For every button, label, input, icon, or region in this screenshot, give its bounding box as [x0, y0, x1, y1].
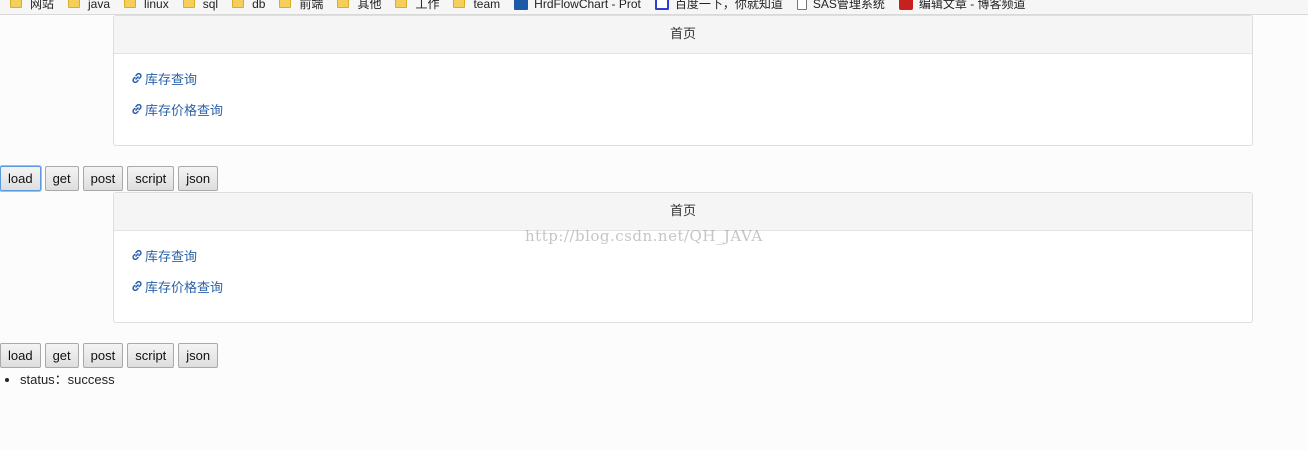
folder-icon: [10, 0, 22, 8]
inventory-price-query-link[interactable]: 库存价格查询: [130, 99, 1236, 119]
bookmark-label: linux: [144, 0, 169, 11]
inventory-query-link[interactable]: 库存查询: [130, 68, 1236, 88]
bookmark-folder[interactable]: 网站: [10, 0, 54, 12]
bookmark-label: sql: [202, 0, 219, 11]
bookmark-folder[interactable]: 工作: [395, 0, 439, 12]
csdn-site-icon: [898, 0, 913, 10]
folder-icon: [68, 0, 81, 8]
link-icon: [132, 280, 142, 292]
inventory-query-link[interactable]: 库存查询: [130, 245, 1236, 265]
ajax-button-group: load get post script json: [0, 166, 219, 191]
folder-icon: [395, 0, 408, 8]
bookmark-label: team: [473, 0, 501, 11]
bookmark-label: SAS管理系统: [812, 0, 885, 11]
script-button[interactable]: script: [127, 343, 175, 368]
folder-icon: [453, 0, 466, 8]
bookmark-label: 前端: [299, 0, 324, 11]
panel-title: 首页: [114, 16, 1252, 54]
link-icon: [132, 103, 142, 115]
load-button[interactable]: load: [0, 343, 41, 368]
post-button[interactable]: post: [82, 166, 124, 191]
link-label: 库存价格查询: [145, 102, 224, 118]
bookmark-label: 网站: [30, 0, 55, 11]
folder-icon: [279, 0, 292, 8]
bookmark-folder[interactable]: team: [453, 0, 500, 11]
bookmark-link[interactable]: HrdFlowChart - Prot: [514, 0, 641, 11]
panel-body: 库存查询 库存价格查询: [114, 231, 1252, 321]
bookmark-link[interactable]: 编辑文章 - 博客频道: [898, 0, 1026, 12]
baidu-site-icon: [654, 0, 669, 10]
bookmark-label: java: [88, 0, 111, 11]
home-panel: 首页 库存查询 库存价格查询: [113, 192, 1253, 323]
home-panel: 首页 库存查询 库存价格查询: [113, 15, 1253, 146]
ajax-button-group: load get post script json: [0, 343, 219, 368]
bookmark-folder[interactable]: java: [68, 0, 110, 11]
status-item: status：success: [20, 369, 115, 388]
hrd-site-icon: [514, 0, 529, 10]
bookmark-folder[interactable]: 其他: [337, 0, 381, 12]
bookmark-folder[interactable]: sql: [182, 0, 219, 11]
load-button[interactable]: load: [0, 166, 41, 191]
bookmark-link[interactable]: 百度一下，你就知道: [654, 0, 783, 12]
folder-icon: [232, 0, 245, 8]
link-label: 库存价格查询: [145, 279, 224, 295]
json-button[interactable]: json: [178, 343, 219, 368]
panel-title: 首页: [114, 193, 1252, 231]
page-icon: [796, 0, 807, 10]
get-button[interactable]: get: [44, 343, 79, 368]
bookmark-label: 工作: [415, 0, 440, 11]
panel-body: 库存查询 库存价格查询: [114, 54, 1252, 144]
bookmark-link[interactable]: SAS管理系统: [796, 0, 885, 12]
folder-icon: [182, 0, 195, 8]
link-label: 库存查询: [145, 248, 198, 264]
bookmark-label: HrdFlowChart - Prot: [534, 0, 641, 11]
post-button[interactable]: post: [82, 343, 124, 368]
bookmark-folder[interactable]: linux: [124, 0, 169, 11]
bookmark-label: 百度一下，你就知道: [674, 0, 783, 11]
folder-icon: [124, 0, 137, 8]
bookmark-label: 其他: [357, 0, 382, 11]
bookmark-folder[interactable]: db: [232, 0, 265, 11]
get-button[interactable]: get: [44, 166, 79, 191]
bookmark-folder[interactable]: 前端: [279, 0, 323, 12]
json-button[interactable]: json: [178, 166, 219, 191]
result-list: status：success: [0, 369, 115, 388]
link-icon: [132, 249, 142, 261]
bookmark-label: db: [252, 0, 266, 11]
folder-icon: [337, 0, 350, 8]
bookmark-label: 编辑文章 - 博客频道: [918, 0, 1026, 11]
inventory-price-query-link[interactable]: 库存价格查询: [130, 276, 1236, 296]
script-button[interactable]: script: [127, 166, 175, 191]
link-icon: [132, 72, 142, 84]
link-label: 库存查询: [145, 71, 198, 87]
bookmarks-bar: 网站 java linux sql db 前端 其他 工作 team HrdFl…: [0, 0, 1308, 15]
